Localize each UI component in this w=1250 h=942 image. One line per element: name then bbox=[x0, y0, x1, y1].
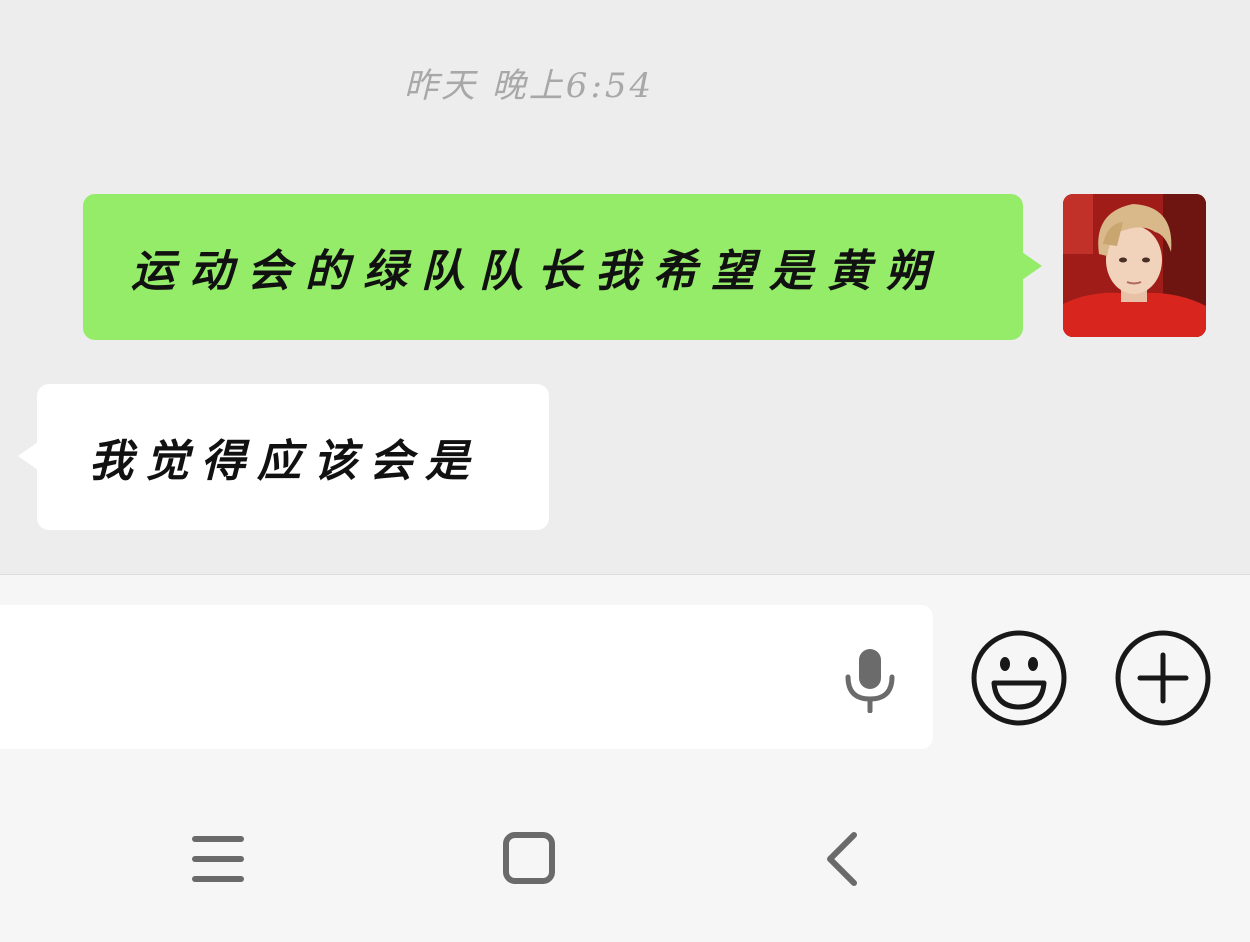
back-icon[interactable] bbox=[808, 831, 878, 891]
message-timestamp: 昨天 晚上6:54 bbox=[404, 66, 655, 106]
input-bar bbox=[0, 574, 1250, 942]
incoming-message-bubble[interactable]: 我觉得应该会是 bbox=[18, 384, 549, 530]
menu-icon[interactable] bbox=[183, 831, 253, 891]
message-input[interactable] bbox=[0, 605, 933, 749]
message-text: 我觉得应该会是 bbox=[89, 436, 481, 487]
microphone-icon[interactable] bbox=[842, 647, 898, 714]
home-icon[interactable] bbox=[494, 831, 564, 891]
outgoing-message-bubble[interactable]: 运动会的绿队队长我希望是黄朔 bbox=[83, 194, 1042, 340]
emoji-icon[interactable] bbox=[970, 629, 1068, 727]
plus-icon[interactable] bbox=[1114, 629, 1212, 727]
chat-area: 昨天 晚上6:54 运动会的绿队队长我希望是黄朔 我觉得应该会是 bbox=[0, 0, 1250, 574]
avatar[interactable] bbox=[1063, 194, 1206, 337]
message-text: 运动会的绿队队长我希望是黄朔 bbox=[131, 246, 943, 297]
